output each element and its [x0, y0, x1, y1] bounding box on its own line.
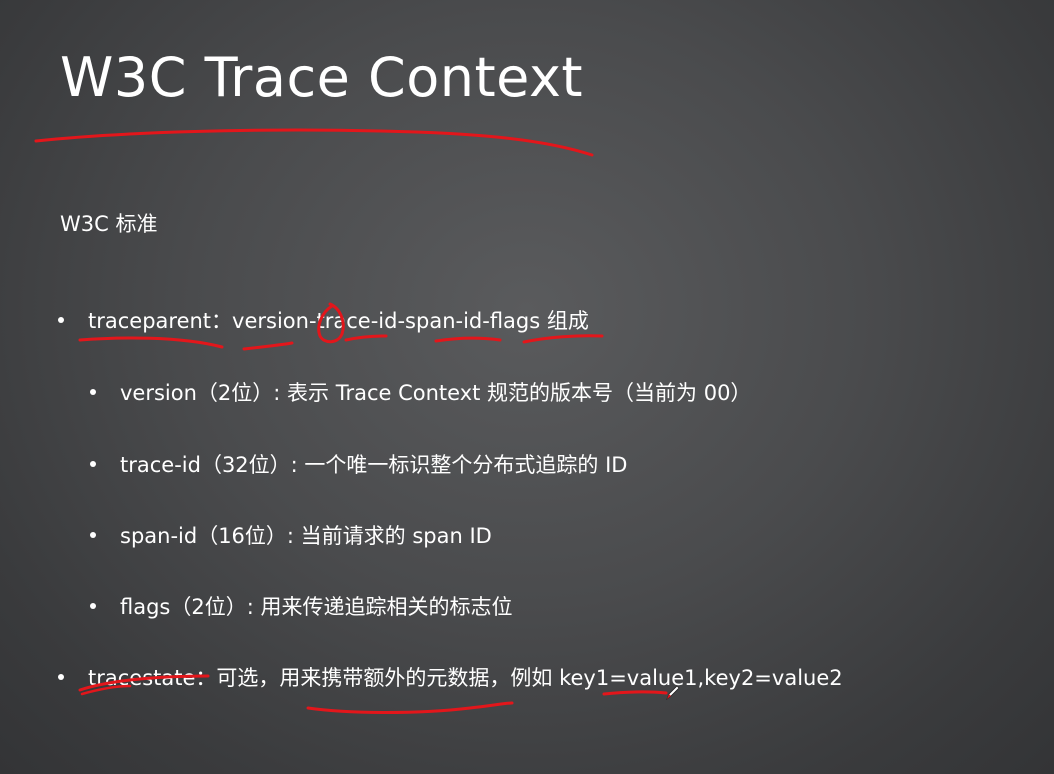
- bullet-dot-icon: [90, 603, 96, 609]
- sub-bullet-version: version（2位）: 表示 Trace Context 规范的版本号（当前为…: [90, 377, 751, 407]
- bullet-text: span-id（16位）: 当前请求的 span ID: [120, 524, 492, 548]
- title-underline: [34, 128, 594, 157]
- flags-underline: [522, 334, 604, 344]
- sub-bullet-span-id: span-id（16位）: 当前请求的 span ID: [90, 520, 492, 550]
- bullet-tracestate: tracestate：可选，用来携带额外的元数据，例如 key1=value1,…: [58, 662, 843, 692]
- trace-underline: [344, 334, 388, 342]
- sub-bullet-flags: flags（2位）: 用来传递追踪相关的标志位: [90, 591, 512, 621]
- key1-underline: [602, 690, 668, 696]
- bullet-text: tracestate：可选，用来携带额外的元数据，例如 key1=value1,…: [88, 666, 843, 690]
- bullet-text: traceparent：version-trace-id-span-id-fla…: [88, 309, 589, 333]
- sub-bullet-trace-id: trace-id（32位）: 一个唯一标识整个分布式追踪的 ID: [90, 449, 627, 479]
- pen-cursor-icon: [666, 685, 680, 700]
- bullet-text: version（2位）: 表示 Trace Context 规范的版本号（当前为…: [120, 381, 752, 405]
- version-underline: [242, 341, 294, 351]
- bullet-dot-icon: [90, 389, 96, 395]
- bullet-dot-icon: [58, 674, 64, 680]
- metadata-underline: [306, 701, 514, 714]
- slide: W3C Trace Context W3C 标准 traceparent：ver…: [0, 0, 1054, 774]
- traceparent-underline: [78, 336, 224, 349]
- bullet-text: trace-id（32位）: 一个唯一标识整个分布式追踪的 ID: [120, 453, 628, 477]
- bullet-dot-icon: [90, 532, 96, 538]
- slide-title: W3C Trace Context: [60, 46, 584, 109]
- id-underline: [434, 336, 502, 343]
- slide-subtitle: W3C 标准: [60, 212, 158, 236]
- bullet-dot-icon: [58, 317, 64, 323]
- bullet-text: flags（2位）: 用来传递追踪相关的标志位: [120, 595, 513, 619]
- bullet-dot-icon: [90, 461, 96, 467]
- bullet-traceparent: traceparent：version-trace-id-span-id-fla…: [58, 305, 589, 335]
